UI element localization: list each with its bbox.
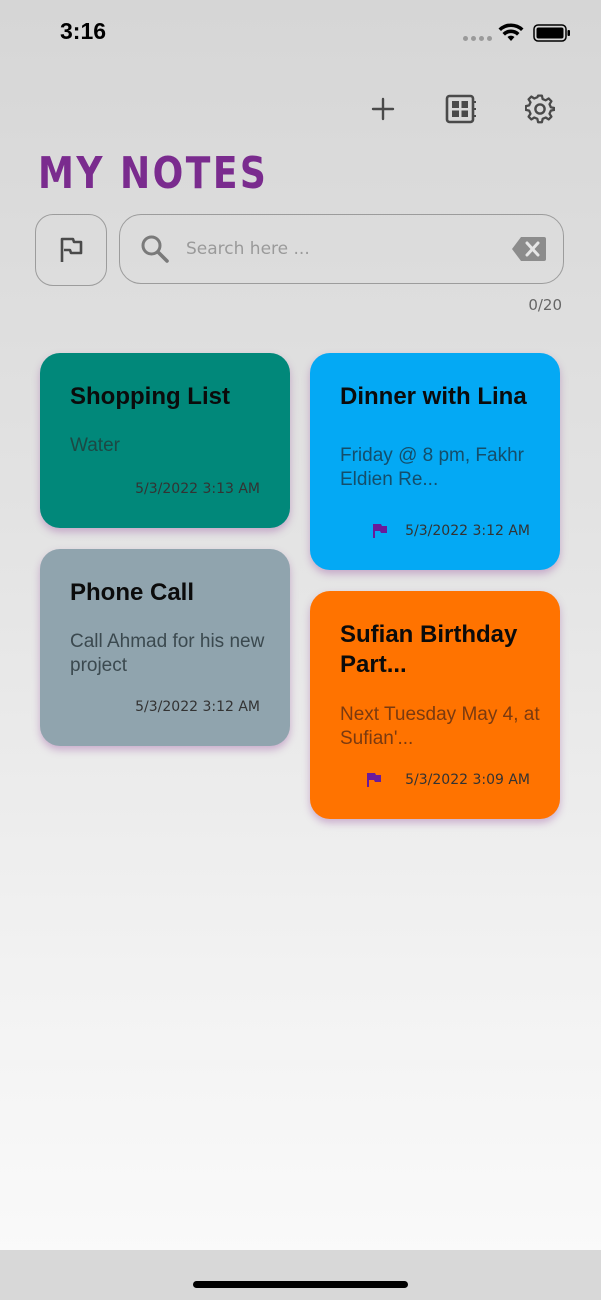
note-title: Phone Call (70, 579, 195, 606)
note-body: Next Tuesday May 4, at Sufian'... (340, 704, 540, 749)
view-mode-button[interactable] (439, 87, 483, 131)
note-body: Water (70, 435, 120, 456)
search-icon (141, 235, 169, 263)
signal-icon (463, 36, 492, 41)
page-title: MY NOTES (38, 148, 269, 199)
flag-icon (367, 773, 381, 787)
note-date: 5/3/2022 3:13 AM (135, 481, 260, 497)
grid-view-icon (445, 94, 476, 124)
wifi-icon (498, 23, 524, 41)
flag-icon (373, 524, 387, 538)
search-char-counter: 0/20 (528, 296, 562, 314)
search-input[interactable] (186, 233, 486, 265)
search-box[interactable] (119, 214, 564, 284)
note-title: Sufian Birthday Part... (340, 621, 518, 678)
note-card[interactable]: Dinner with Lina Friday @ 8 pm, Fakhr El… (310, 353, 560, 570)
note-card[interactable]: Shopping List Water 5/3/2022 3:13 AM (40, 353, 290, 528)
add-note-button[interactable] (361, 87, 405, 131)
note-date: 5/3/2022 3:12 AM (135, 699, 260, 715)
home-bar (0, 1250, 601, 1300)
gear-icon (525, 94, 555, 124)
note-body: Friday @ 8 pm, Fakhr Eldien Re... (340, 445, 524, 490)
note-title: Dinner with Lina (340, 383, 527, 410)
flag-filter-button[interactable] (35, 214, 107, 286)
note-title: Shopping List (70, 383, 230, 410)
plus-icon (371, 97, 395, 121)
note-date: 5/3/2022 3:12 AM (405, 523, 530, 539)
note-date: 5/3/2022 3:09 AM (405, 772, 530, 788)
home-indicator[interactable] (193, 1281, 408, 1288)
settings-button[interactable] (518, 87, 562, 131)
status-time: 3:16 (60, 18, 107, 44)
battery-icon (533, 24, 570, 42)
note-body: Call Ahmad for his new project (70, 631, 265, 676)
note-card[interactable]: Phone Call Call Ahmad for his new projec… (40, 549, 290, 746)
note-card[interactable]: Sufian Birthday Part... Next Tuesday May… (310, 591, 560, 819)
status-bar: 3:16 (0, 0, 601, 64)
clear-icon[interactable] (511, 235, 547, 263)
flag-outline-icon (60, 237, 83, 262)
